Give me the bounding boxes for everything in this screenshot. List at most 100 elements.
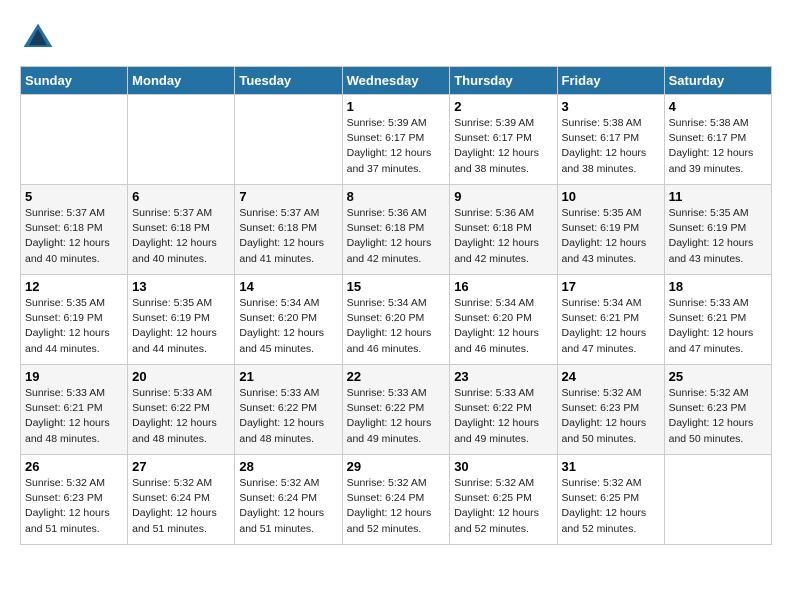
calendar-cell: 5 Sunrise: 5:37 AM Sunset: 6:18 PM Daylig… (21, 185, 128, 275)
calendar-cell: 12 Sunrise: 5:35 AM Sunset: 6:19 PM Dayli… (21, 275, 128, 365)
day-number: 2 (454, 99, 552, 114)
col-header-friday: Friday (557, 67, 664, 95)
calendar-cell (664, 455, 771, 545)
calendar-cell: 11 Sunrise: 5:35 AM Sunset: 6:19 PM Dayli… (664, 185, 771, 275)
day-number: 11 (669, 189, 767, 204)
day-info: Sunrise: 5:32 AM Sunset: 6:23 PM Dayligh… (25, 476, 123, 537)
calendar-cell: 7 Sunrise: 5:37 AM Sunset: 6:18 PM Daylig… (235, 185, 342, 275)
day-number: 4 (669, 99, 767, 114)
calendar-cell: 14 Sunrise: 5:34 AM Sunset: 6:20 PM Dayli… (235, 275, 342, 365)
calendar-cell (128, 95, 235, 185)
col-header-saturday: Saturday (664, 67, 771, 95)
day-info: Sunrise: 5:36 AM Sunset: 6:18 PM Dayligh… (347, 206, 446, 267)
calendar-cell: 20 Sunrise: 5:33 AM Sunset: 6:22 PM Dayli… (128, 365, 235, 455)
calendar-cell: 23 Sunrise: 5:33 AM Sunset: 6:22 PM Dayli… (450, 365, 557, 455)
day-info: Sunrise: 5:32 AM Sunset: 6:23 PM Dayligh… (669, 386, 767, 447)
day-number: 13 (132, 279, 230, 294)
day-info: Sunrise: 5:35 AM Sunset: 6:19 PM Dayligh… (25, 296, 123, 357)
day-number: 22 (347, 369, 446, 384)
calendar-cell: 10 Sunrise: 5:35 AM Sunset: 6:19 PM Dayli… (557, 185, 664, 275)
logo-icon (20, 20, 56, 56)
day-info: Sunrise: 5:33 AM Sunset: 6:22 PM Dayligh… (347, 386, 446, 447)
day-number: 17 (562, 279, 660, 294)
day-info: Sunrise: 5:34 AM Sunset: 6:20 PM Dayligh… (347, 296, 446, 357)
day-info: Sunrise: 5:32 AM Sunset: 6:25 PM Dayligh… (454, 476, 552, 537)
calendar-table: SundayMondayTuesdayWednesdayThursdayFrid… (20, 66, 772, 545)
calendar-cell: 21 Sunrise: 5:33 AM Sunset: 6:22 PM Dayli… (235, 365, 342, 455)
calendar-cell: 22 Sunrise: 5:33 AM Sunset: 6:22 PM Dayli… (342, 365, 450, 455)
calendar-cell: 4 Sunrise: 5:38 AM Sunset: 6:17 PM Daylig… (664, 95, 771, 185)
calendar-cell (235, 95, 342, 185)
day-info: Sunrise: 5:38 AM Sunset: 6:17 PM Dayligh… (562, 116, 660, 177)
day-info: Sunrise: 5:33 AM Sunset: 6:22 PM Dayligh… (132, 386, 230, 447)
day-number: 6 (132, 189, 230, 204)
day-info: Sunrise: 5:37 AM Sunset: 6:18 PM Dayligh… (132, 206, 230, 267)
page-header (20, 20, 772, 56)
day-number: 28 (239, 459, 337, 474)
day-number: 27 (132, 459, 230, 474)
day-number: 30 (454, 459, 552, 474)
day-info: Sunrise: 5:32 AM Sunset: 6:24 PM Dayligh… (239, 476, 337, 537)
col-header-monday: Monday (128, 67, 235, 95)
day-number: 29 (347, 459, 446, 474)
calendar-cell: 13 Sunrise: 5:35 AM Sunset: 6:19 PM Dayli… (128, 275, 235, 365)
day-number: 10 (562, 189, 660, 204)
day-info: Sunrise: 5:39 AM Sunset: 6:17 PM Dayligh… (347, 116, 446, 177)
day-number: 24 (562, 369, 660, 384)
day-info: Sunrise: 5:33 AM Sunset: 6:22 PM Dayligh… (454, 386, 552, 447)
day-number: 1 (347, 99, 446, 114)
calendar-cell: 2 Sunrise: 5:39 AM Sunset: 6:17 PM Daylig… (450, 95, 557, 185)
day-info: Sunrise: 5:32 AM Sunset: 6:24 PM Dayligh… (347, 476, 446, 537)
calendar-cell: 31Sunrise: 5:32 AM Sunset: 6:25 PM Dayli… (557, 455, 664, 545)
day-number: 20 (132, 369, 230, 384)
calendar-cell: 27 Sunrise: 5:32 AM Sunset: 6:24 PM Dayli… (128, 455, 235, 545)
calendar-cell: 19 Sunrise: 5:33 AM Sunset: 6:21 PM Dayli… (21, 365, 128, 455)
logo (20, 20, 60, 56)
day-number: 21 (239, 369, 337, 384)
calendar-cell: 16 Sunrise: 5:34 AM Sunset: 6:20 PM Dayli… (450, 275, 557, 365)
calendar-cell: 17 Sunrise: 5:34 AM Sunset: 6:21 PM Dayli… (557, 275, 664, 365)
calendar-cell: 15 Sunrise: 5:34 AM Sunset: 6:20 PM Dayli… (342, 275, 450, 365)
day-info: Sunrise: 5:34 AM Sunset: 6:21 PM Dayligh… (562, 296, 660, 357)
calendar-cell: 26 Sunrise: 5:32 AM Sunset: 6:23 PM Dayli… (21, 455, 128, 545)
calendar-cell: 28 Sunrise: 5:32 AM Sunset: 6:24 PM Dayli… (235, 455, 342, 545)
day-info: Sunrise: 5:33 AM Sunset: 6:21 PM Dayligh… (25, 386, 123, 447)
day-number: 18 (669, 279, 767, 294)
day-info: Sunrise: 5:35 AM Sunset: 6:19 PM Dayligh… (132, 296, 230, 357)
day-info: Sunrise: 5:32 AM Sunset: 6:23 PM Dayligh… (562, 386, 660, 447)
calendar-cell: 8 Sunrise: 5:36 AM Sunset: 6:18 PM Daylig… (342, 185, 450, 275)
day-number: 15 (347, 279, 446, 294)
day-info: Sunrise: 5:38 AM Sunset: 6:17 PM Dayligh… (669, 116, 767, 177)
day-number: 23 (454, 369, 552, 384)
calendar-cell: 1 Sunrise: 5:39 AM Sunset: 6:17 PM Daylig… (342, 95, 450, 185)
day-info: Sunrise: 5:36 AM Sunset: 6:18 PM Dayligh… (454, 206, 552, 267)
col-header-tuesday: Tuesday (235, 67, 342, 95)
day-number: 25 (669, 369, 767, 384)
day-info: Sunrise: 5:35 AM Sunset: 6:19 PM Dayligh… (669, 206, 767, 267)
day-info: Sunrise: 5:35 AM Sunset: 6:19 PM Dayligh… (562, 206, 660, 267)
day-info: Sunrise: 5:37 AM Sunset: 6:18 PM Dayligh… (25, 206, 123, 267)
day-number: 3 (562, 99, 660, 114)
day-info: Sunrise: 5:34 AM Sunset: 6:20 PM Dayligh… (239, 296, 337, 357)
day-number: 7 (239, 189, 337, 204)
day-number: 8 (347, 189, 446, 204)
day-number: 19 (25, 369, 123, 384)
day-number: 26 (25, 459, 123, 474)
day-number: 12 (25, 279, 123, 294)
col-header-thursday: Thursday (450, 67, 557, 95)
day-info: Sunrise: 5:33 AM Sunset: 6:22 PM Dayligh… (239, 386, 337, 447)
calendar-cell: 25 Sunrise: 5:32 AM Sunset: 6:23 PM Dayli… (664, 365, 771, 455)
day-info: Sunrise: 5:34 AM Sunset: 6:20 PM Dayligh… (454, 296, 552, 357)
calendar-cell (21, 95, 128, 185)
calendar-cell: 18Sunrise: 5:33 AM Sunset: 6:21 PM Dayli… (664, 275, 771, 365)
day-info: Sunrise: 5:39 AM Sunset: 6:17 PM Dayligh… (454, 116, 552, 177)
calendar-cell: 24 Sunrise: 5:32 AM Sunset: 6:23 PM Dayli… (557, 365, 664, 455)
calendar-cell: 30 Sunrise: 5:32 AM Sunset: 6:25 PM Dayli… (450, 455, 557, 545)
day-number: 16 (454, 279, 552, 294)
day-number: 14 (239, 279, 337, 294)
calendar-cell: 29 Sunrise: 5:32 AM Sunset: 6:24 PM Dayli… (342, 455, 450, 545)
day-info: Sunrise: 5:32 AM Sunset: 6:24 PM Dayligh… (132, 476, 230, 537)
day-info: Sunrise: 5:37 AM Sunset: 6:18 PM Dayligh… (239, 206, 337, 267)
col-header-wednesday: Wednesday (342, 67, 450, 95)
day-number: 5 (25, 189, 123, 204)
